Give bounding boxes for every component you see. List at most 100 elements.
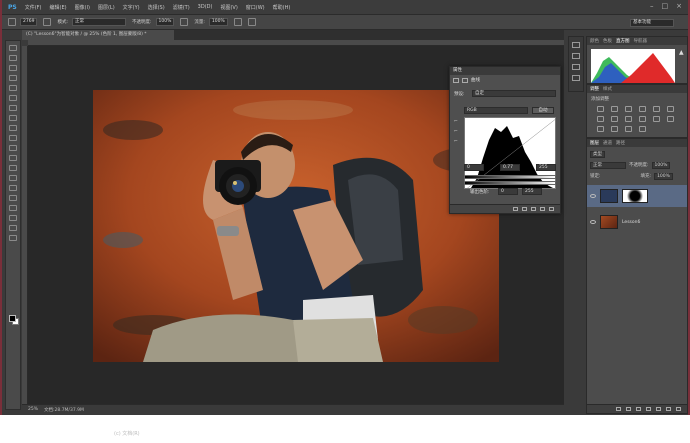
clip-to-layer-icon[interactable] <box>513 207 518 211</box>
blend-mode-select[interactable]: 正常 <box>590 161 626 169</box>
posterize-icon[interactable] <box>597 126 604 132</box>
output-white-field[interactable]: 255 <box>522 188 542 195</box>
menu-filter[interactable]: 滤镜(T) <box>173 4 190 11</box>
input-black-field[interactable]: 0 <box>464 164 484 171</box>
maximize-button[interactable]: □ <box>662 2 669 11</box>
quick-select-tool-icon[interactable] <box>9 75 17 81</box>
new-adjustment-icon[interactable] <box>646 407 651 411</box>
new-layer-icon[interactable] <box>666 407 671 411</box>
invert-icon[interactable] <box>667 116 674 122</box>
brush-panel-icon[interactable] <box>43 18 52 26</box>
preset-select[interactable]: 自定 <box>472 90 556 97</box>
hue-saturation-icon[interactable] <box>667 106 674 112</box>
input-gamma-field[interactable]: 0.77 <box>500 164 520 171</box>
path-select-tool-icon[interactable] <box>9 205 17 211</box>
brightness-contrast-icon[interactable] <box>597 106 604 112</box>
layer-thumbnail[interactable] <box>600 215 618 229</box>
tab-adjustments[interactable]: 调整 <box>590 86 599 92</box>
lasso-tool-icon[interactable] <box>9 65 17 71</box>
menu-edit[interactable]: 编辑(E) <box>50 4 67 11</box>
hand-tool-icon[interactable] <box>9 225 17 231</box>
pressure-size-icon[interactable] <box>247 18 256 26</box>
color-balance-icon[interactable] <box>597 116 604 122</box>
properties-icon[interactable] <box>572 64 580 70</box>
layer-row-adjustment[interactable] <box>587 185 687 207</box>
eye-icon[interactable] <box>590 220 596 224</box>
menu-image[interactable]: 图像(I) <box>75 4 90 11</box>
history-brush-tool-icon[interactable] <box>9 135 17 141</box>
type-tool-icon[interactable] <box>9 195 17 201</box>
link-layers-icon[interactable] <box>616 407 621 411</box>
view-previous-icon[interactable] <box>522 207 527 211</box>
menu-3d[interactable]: 3D(D) <box>198 4 213 10</box>
eraser-tool-icon[interactable] <box>9 145 17 151</box>
photo-filter-icon[interactable] <box>625 116 632 122</box>
layer-row-lesson6[interactable]: Lesson6 <box>587 211 687 233</box>
threshold-icon[interactable] <box>611 126 618 132</box>
selective-color-icon[interactable] <box>625 126 632 132</box>
close-button[interactable]: × <box>676 2 682 11</box>
tab-swatches[interactable]: 色板 <box>603 38 612 44</box>
shape-tool-icon[interactable] <box>9 215 17 221</box>
tab-paths[interactable]: 路径 <box>616 140 625 146</box>
opacity-input[interactable]: 100% <box>155 18 175 26</box>
menu-window[interactable]: 窗口(W) <box>246 4 265 11</box>
mode-select[interactable]: 正常 <box>71 18 126 26</box>
document-tab[interactable]: (C) "Lesson6"为智能对象 / @ 25% (色阶 1, 图层蒙版/8… <box>22 30 174 40</box>
input-white-field[interactable]: 255 <box>536 164 556 171</box>
layer-name[interactable]: Lesson6 <box>622 220 640 225</box>
auto-button[interactable]: 自动 <box>532 107 554 114</box>
warning-icon[interactable]: ▲ <box>679 49 684 56</box>
pressure-opacity-icon[interactable] <box>180 18 189 26</box>
zoom-level[interactable]: 25% <box>28 407 38 412</box>
add-mask-icon[interactable] <box>636 407 641 411</box>
brush-tool-icon[interactable] <box>9 115 17 121</box>
brush-size-picker[interactable]: 2769 <box>20 18 38 26</box>
black-white-icon[interactable] <box>611 116 618 122</box>
dodge-tool-icon[interactable] <box>9 175 17 181</box>
delete-icon[interactable] <box>549 207 554 211</box>
tab-channels[interactable]: 通道 <box>603 140 612 146</box>
color-lookup-icon[interactable] <box>653 116 660 122</box>
visibility-icon[interactable] <box>540 207 545 211</box>
eye-icon[interactable] <box>590 194 596 198</box>
output-gradient-slider[interactable] <box>464 181 556 185</box>
menu-file[interactable]: 文件(F) <box>25 4 42 11</box>
blur-tool-icon[interactable] <box>9 165 17 171</box>
stamp-tool-icon[interactable] <box>9 125 17 131</box>
new-group-icon[interactable] <box>656 407 661 411</box>
trash-icon[interactable] <box>676 407 681 411</box>
adjustment-thumbnail[interactable] <box>600 189 618 203</box>
pen-tool-icon[interactable] <box>9 185 17 191</box>
layer-mask-icon[interactable] <box>462 77 468 83</box>
menu-view[interactable]: 视图(V) <box>220 4 237 11</box>
healing-tool-icon[interactable] <box>9 105 17 111</box>
brush-tool-icon[interactable] <box>8 18 16 26</box>
eyedropper-white-icon[interactable]: ⌐ <box>454 139 458 144</box>
menu-help[interactable]: 帮助(H) <box>273 4 291 11</box>
foreground-color-swatch[interactable] <box>9 315 16 322</box>
info-icon[interactable] <box>572 75 580 81</box>
levels-icon[interactable] <box>611 106 618 112</box>
properties-panel-header[interactable]: 属性 <box>450 67 560 75</box>
layer-mask-thumbnail[interactable] <box>622 189 648 203</box>
tab-styles[interactable]: 样式 <box>603 86 612 92</box>
layer-style-icon[interactable] <box>626 407 631 411</box>
document-image[interactable] <box>93 90 499 362</box>
flow-input[interactable]: 100% <box>208 18 228 26</box>
zoom-tool-icon[interactable] <box>9 235 17 241</box>
menu-layer[interactable]: 图层(L) <box>98 4 115 11</box>
tab-histogram[interactable]: 直方图 <box>616 38 630 44</box>
curves-adjust-icon[interactable] <box>625 106 632 112</box>
vibrance-icon[interactable] <box>653 106 660 112</box>
document-size[interactable]: 文档:28.7M/37.9M <box>44 407 84 413</box>
eyedropper-gray-icon[interactable]: ⌐ <box>454 129 458 134</box>
gradient-tool-icon[interactable] <box>9 155 17 161</box>
channel-mixer-icon[interactable] <box>639 116 646 122</box>
output-black-field[interactable]: 0 <box>498 188 518 195</box>
minimize-button[interactable]: – <box>650 2 654 11</box>
move-tool-icon[interactable] <box>9 45 17 51</box>
menu-select[interactable]: 选择(S) <box>148 4 165 11</box>
airbrush-icon[interactable] <box>233 18 242 26</box>
layer-opacity-input[interactable]: 100% <box>651 161 671 169</box>
